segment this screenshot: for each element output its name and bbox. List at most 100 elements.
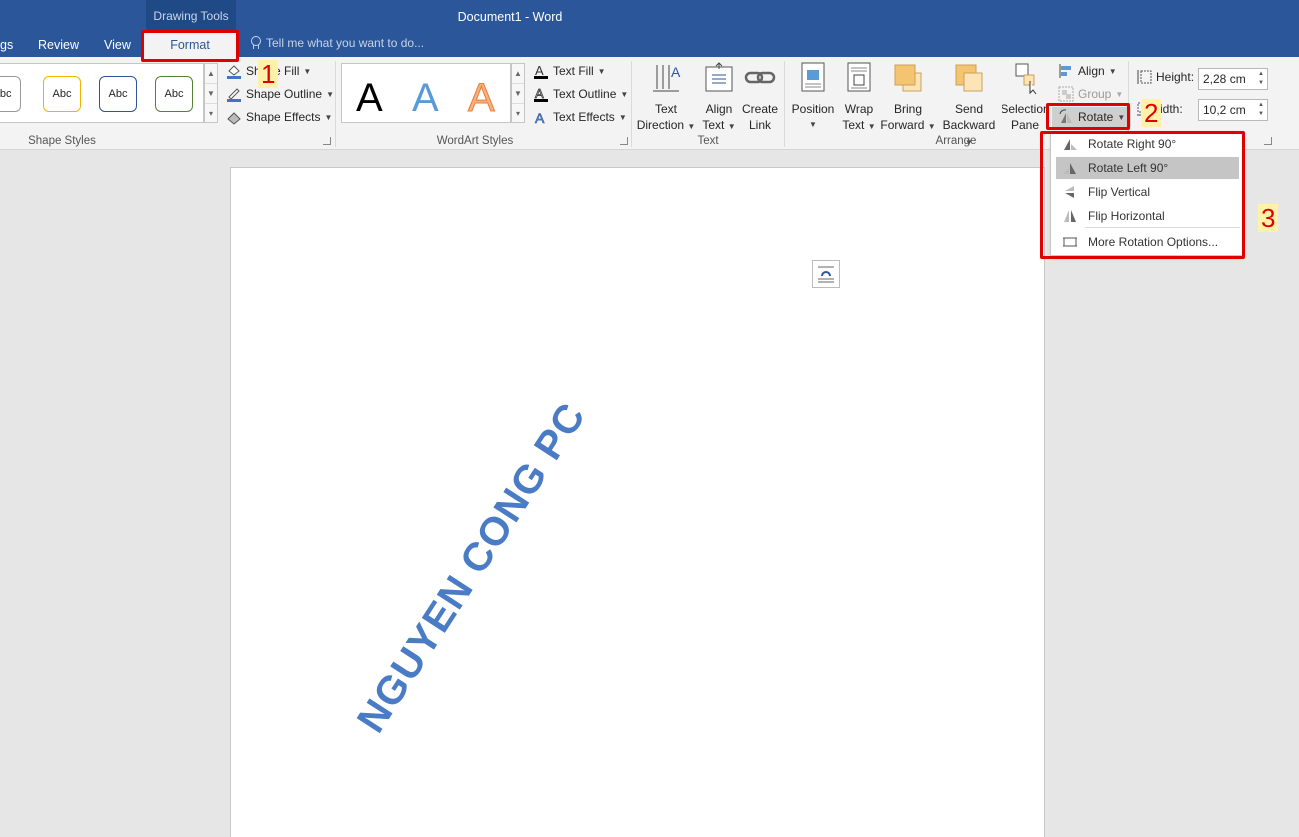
align-text-label-2: Text bbox=[702, 118, 725, 132]
scroll-up-icon[interactable]: ▲ bbox=[512, 64, 524, 84]
tab-view[interactable]: View bbox=[104, 32, 131, 57]
chevron-down-icon: ▼ bbox=[303, 66, 312, 76]
wrap-text-label-1: Wrap bbox=[844, 102, 874, 116]
text-group-label: Text bbox=[697, 135, 719, 147]
width-input[interactable]: 10,2 cm bbox=[1198, 99, 1268, 121]
chevron-down-icon: ▼ bbox=[687, 122, 696, 131]
wordart-gallery-scroll[interactable]: ▲ ▼ ▾ bbox=[511, 63, 525, 123]
shape-effects-label: Shape Effects bbox=[246, 110, 321, 124]
chevron-down-icon: ▼ bbox=[1115, 89, 1124, 99]
text-direction-label-1: Text bbox=[654, 102, 677, 116]
text-fill-button[interactable]: A Text Fill ▼ bbox=[533, 63, 606, 79]
scroll-up-icon[interactable]: ▲ bbox=[205, 64, 217, 84]
wordart-style-blue[interactable]: A bbox=[412, 76, 439, 121]
tab-mailings[interactable]: gs bbox=[0, 32, 14, 57]
chevron-down-icon: ▼ bbox=[326, 89, 334, 99]
shape-effects-button[interactable]: Shape Effects ▼ bbox=[226, 109, 332, 125]
scroll-down-icon[interactable]: ▼ bbox=[205, 84, 217, 104]
wordart-style-black[interactable]: A bbox=[356, 76, 383, 121]
paint-bucket-icon bbox=[226, 63, 242, 79]
tab-review[interactable]: Review bbox=[38, 32, 79, 57]
chevron-down-icon: ▼ bbox=[620, 89, 629, 99]
shape-style-thumb[interactable]: Abc bbox=[43, 76, 81, 112]
send-backward-label-1: Send bbox=[954, 102, 984, 116]
shape-styles-group-label: Shape Styles bbox=[28, 135, 96, 147]
create-link-label-2: Link bbox=[748, 118, 771, 132]
wrap-text-button[interactable]: Wrap Text ▼ bbox=[842, 61, 876, 133]
bring-forward-button[interactable]: Bring Forward ▼ bbox=[880, 61, 936, 133]
text-effects-label: Text Effects bbox=[553, 110, 615, 124]
chevron-down-icon: ▼ bbox=[927, 122, 936, 131]
lightbulb-icon bbox=[250, 36, 261, 50]
text-outline-icon: A bbox=[533, 86, 549, 102]
pencil-icon bbox=[226, 86, 242, 102]
align-text-label-1: Align bbox=[705, 102, 733, 116]
align-text-button[interactable]: Align Text ▼ bbox=[700, 61, 738, 133]
tell-me-search[interactable]: Tell me what you want to do... bbox=[250, 36, 424, 50]
send-backward-label-2: Backward bbox=[942, 118, 996, 132]
group-label: Group bbox=[1078, 87, 1112, 101]
group-divider bbox=[631, 61, 632, 147]
layout-options-button[interactable] bbox=[812, 260, 840, 288]
wordart-styles-gallery: A A A bbox=[341, 63, 511, 123]
shape-styles-gallery-scroll[interactable]: ▲ ▼ ▾ bbox=[204, 63, 218, 123]
svg-text:A: A bbox=[535, 86, 544, 101]
height-input[interactable]: 2,28 cm bbox=[1198, 68, 1268, 90]
document-page[interactable] bbox=[230, 167, 1045, 837]
annotation-box-format-tab bbox=[141, 30, 239, 62]
tell-me-placeholder: Tell me what you want to do... bbox=[266, 36, 425, 50]
dialog-launcher-icon[interactable] bbox=[1264, 137, 1272, 145]
annotation-box-rotate-button bbox=[1046, 103, 1130, 130]
more-icon[interactable]: ▾ bbox=[512, 104, 524, 124]
chevron-down-icon: ▼ bbox=[618, 112, 627, 122]
send-backward-button[interactable]: Send Backward ▼ bbox=[938, 61, 1000, 147]
dialog-launcher-icon[interactable] bbox=[620, 137, 628, 145]
layout-options-icon bbox=[818, 266, 834, 283]
height-icon bbox=[1136, 69, 1152, 85]
link-icon bbox=[743, 61, 777, 95]
position-button[interactable]: Position ▼ bbox=[790, 61, 836, 133]
annotation-marker-1: 1 bbox=[258, 60, 279, 88]
selection-pane-label-1: Selection bbox=[1002, 102, 1048, 116]
svg-text:A: A bbox=[535, 63, 544, 78]
text-direction-label-2: Direction bbox=[636, 118, 685, 132]
chevron-down-icon: ▼ bbox=[1108, 66, 1117, 76]
create-link-button[interactable]: Create Link bbox=[742, 61, 778, 133]
shape-outline-label: Shape Outline bbox=[246, 87, 323, 101]
drawing-tools-context-label: Drawing Tools bbox=[146, 0, 236, 32]
svg-text:A: A bbox=[535, 110, 545, 125]
shape-style-thumb[interactable]: Abc bbox=[155, 76, 193, 112]
chevron-down-icon: ▼ bbox=[809, 120, 817, 129]
shape-effects-icon bbox=[226, 109, 242, 125]
shape-style-thumb[interactable]: Abc bbox=[0, 76, 21, 112]
shape-styles-gallery: Abc Abc Abc Abc bbox=[0, 63, 204, 123]
selection-pane-button[interactable]: Selection Pane bbox=[1002, 61, 1048, 133]
text-effects-button[interactable]: A Text Effects ▼ bbox=[533, 109, 627, 127]
group-objects-icon bbox=[1058, 86, 1074, 102]
annotation-marker-2: 2 bbox=[1141, 99, 1162, 127]
text-outline-button[interactable]: A Text Outline ▼ bbox=[533, 86, 628, 102]
text-fill-label: Text Fill bbox=[553, 64, 594, 78]
window-title: Document1 - Word bbox=[457, 10, 563, 24]
create-link-label-1: Create bbox=[741, 102, 779, 116]
selection-pane-label-2: Pane bbox=[1010, 118, 1040, 132]
chevron-down-icon: ▼ bbox=[597, 66, 606, 76]
align-button[interactable]: Align ▼ bbox=[1058, 63, 1117, 79]
group-button[interactable]: Group ▼ bbox=[1058, 86, 1123, 102]
bring-forward-label-1: Bring bbox=[893, 102, 922, 116]
text-direction-button[interactable]: A Text Direction ▼ bbox=[636, 61, 696, 133]
wrap-text-icon bbox=[842, 61, 876, 95]
scroll-down-icon[interactable]: ▼ bbox=[512, 84, 524, 104]
shape-style-thumb[interactable]: Abc bbox=[99, 76, 137, 112]
height-label: Height: bbox=[1156, 70, 1195, 84]
dialog-launcher-icon[interactable] bbox=[323, 137, 331, 145]
height-control: Height: bbox=[1136, 69, 1194, 85]
wordart-style-orange[interactable]: A bbox=[468, 76, 496, 121]
wordart-styles-group-label: WordArt Styles bbox=[436, 135, 514, 147]
more-icon[interactable]: ▾ bbox=[205, 104, 217, 124]
chevron-down-icon: ▼ bbox=[324, 112, 333, 122]
text-direction-icon: A bbox=[649, 61, 683, 95]
send-backward-icon bbox=[952, 61, 986, 95]
shape-outline-button[interactable]: Shape Outline ▼ bbox=[226, 86, 334, 102]
chevron-down-icon: ▼ bbox=[727, 122, 736, 131]
